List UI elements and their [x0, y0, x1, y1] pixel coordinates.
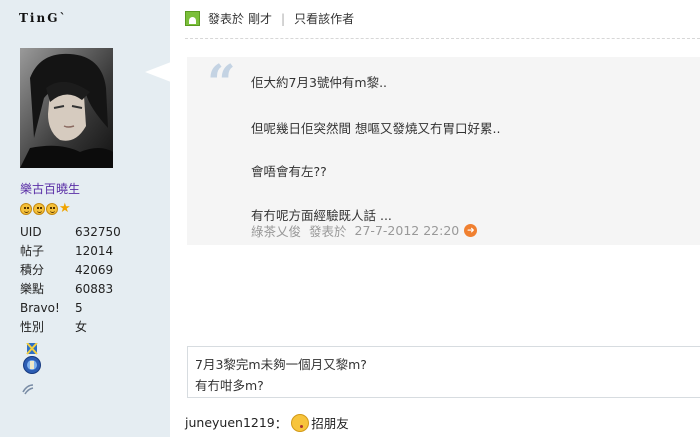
- quote-mark-icon: “: [207, 53, 236, 112]
- stat-value: 42069: [75, 263, 114, 277]
- stat-row: 樂點 60883: [20, 282, 121, 301]
- go-to-post-icon[interactable]: ➜: [464, 224, 478, 237]
- user-stats: UID 632750 帖子 12014 積分 42069 樂點 60883 Br…: [20, 225, 121, 339]
- quote-time: 27-7-2012 22:20: [354, 223, 460, 238]
- stat-row: 帖子 12014: [20, 244, 121, 263]
- quote-line: 佢大約7月3號仲有m黎..: [251, 75, 388, 90]
- only-author-link[interactable]: 只看該作者: [294, 10, 354, 27]
- quote-line: 但呢幾日佢突然間 想嘔又發燒又冇胃口好累..: [251, 121, 501, 136]
- star-icon: ★: [59, 201, 71, 216]
- smiley-icon: [33, 203, 45, 215]
- reply-line: 7月3黎完m未夠一個月又黎m?: [195, 357, 367, 372]
- quote-footer: 綠茶乂俊 發表於 27-7-2012 22:20 ➜: [251, 221, 478, 240]
- online-user-icon: [185, 11, 200, 26]
- posted-prefix: 發表於: [208, 12, 245, 26]
- stat-label: 樂點: [20, 282, 45, 296]
- stat-row: 性別 女: [20, 320, 121, 339]
- post-header: 發表於 剛才 | 只看該作者: [185, 10, 354, 27]
- quote-author: 綠茶乂俊: [251, 224, 302, 239]
- stat-label: 積分: [20, 263, 45, 277]
- posted-time: 剛才: [248, 12, 273, 26]
- smiley-icon: [46, 203, 58, 215]
- smiley-icon: [20, 203, 32, 215]
- stat-row: Bravo! 5: [20, 301, 121, 320]
- author-username[interactable]: TinG`: [19, 11, 67, 25]
- stat-value: 632750: [75, 225, 121, 239]
- quote-block: “ 佢大約7月3號仲有m黎.. 但呢幾日佢突然間 想嘔又發燒又冇胃口好累.. 會…: [187, 53, 700, 245]
- signature-text: 招朋友: [311, 416, 349, 431]
- signature: juneyuen1219 ： 招朋友: [185, 413, 349, 432]
- stat-row: 積分 42069: [20, 263, 121, 282]
- quote-line: 會唔會有左??: [251, 164, 327, 179]
- header-divider: [185, 38, 700, 39]
- stat-row: UID 632750: [20, 225, 121, 244]
- sidebar-pointer: [145, 62, 171, 82]
- stat-label: 帖子: [20, 244, 45, 258]
- stat-label: Bravo!: [20, 301, 60, 315]
- stat-value: 女: [75, 320, 88, 334]
- medal-icon[interactable]: [23, 342, 41, 380]
- header-separator: |: [281, 11, 286, 26]
- stat-value: 5: [75, 301, 83, 315]
- stat-value[interactable]: 12014: [75, 244, 113, 263]
- reply-line: 有冇咁多m?: [195, 378, 264, 393]
- email-icon[interactable]: [22, 383, 34, 398]
- avatar[interactable]: [20, 48, 113, 168]
- reply-content: 7月3黎完m未夠一個月又黎m? 有冇咁多m?: [187, 346, 700, 398]
- rank-stars: ★: [20, 201, 71, 216]
- signature-name: juneyuen1219: [185, 415, 275, 430]
- signature-colon: ：: [274, 416, 288, 431]
- author-sidebar: TinG` 樂古百曉生 ★ UID 632750 帖子 12014 積分 420…: [0, 0, 171, 437]
- stat-label: UID: [20, 225, 42, 239]
- stat-value: 60883: [75, 282, 114, 296]
- stat-label: 性別: [20, 320, 45, 334]
- blush-emoji-icon: [291, 413, 310, 432]
- user-rank[interactable]: 樂古百曉生: [20, 180, 80, 197]
- quote-posted-label: 發表於: [309, 224, 347, 239]
